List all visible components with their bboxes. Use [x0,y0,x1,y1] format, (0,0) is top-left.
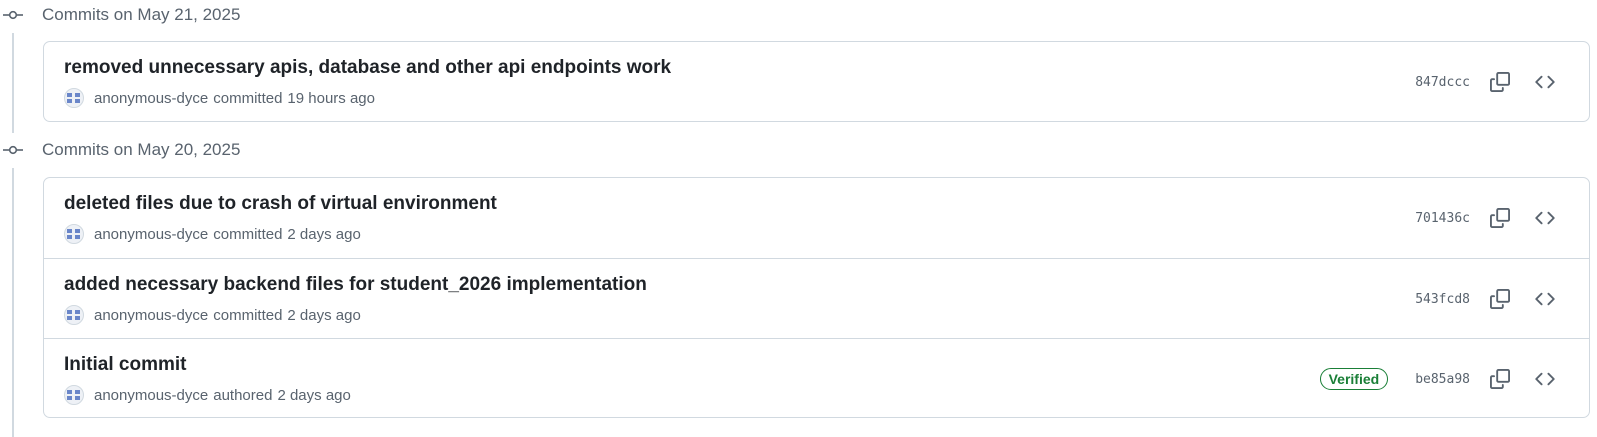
commit-group-title: Commits on May 20, 2025 [42,140,241,159]
code-icon [1535,372,1555,386]
commit-message-link[interactable]: removed unnecessary apis, database and o… [64,57,671,79]
commit-actions: 847dccc [1415,42,1559,122]
copy-icon [1490,369,1510,389]
commit-verb: committed [213,225,283,243]
copy-icon [1490,208,1510,228]
commit-sha-link[interactable]: 847dccc [1415,75,1470,90]
commit-message-link[interactable]: Initial commit [64,354,186,376]
code-icon [1535,75,1555,89]
commit-time: 2 days ago [287,306,361,324]
commit-time: 2 days ago [287,225,361,243]
browse-code-button[interactable] [1531,68,1559,96]
copy-sha-button[interactable] [1486,204,1514,232]
commit-meta: anonymous-dyce committed 19 hours ago [64,88,375,108]
author-link[interactable]: anonymous-dyce [94,226,208,243]
commit-sha-link[interactable]: 543fcd8 [1415,292,1470,307]
commit-list: removed unnecessary apis, database and o… [43,41,1590,122]
author-link[interactable]: anonymous-dyce [94,307,208,324]
author-link[interactable]: anonymous-dyce [94,90,208,107]
avatar[interactable] [64,385,84,405]
commit-time: 2 days ago [277,386,351,404]
browse-code-button[interactable] [1531,204,1559,232]
commit-actions: 701436c [1415,178,1559,258]
copy-icon [1490,72,1510,92]
commit-meta: anonymous-dyce authored 2 days ago [64,385,351,405]
copy-sha-button[interactable] [1486,285,1514,313]
commit-meta: anonymous-dyce committed 2 days ago [64,305,361,325]
commit-row: added necessary backend files for studen… [44,258,1589,338]
commit-verb: committed [213,89,283,107]
commit-verb: authored [213,386,273,404]
commit-group-header: Commits on May 20, 2025 [0,135,240,165]
commit-actions: 543fcd8 [1415,259,1559,339]
commit-meta: anonymous-dyce committed 2 days ago [64,224,361,244]
commit-verb: committed [213,306,283,324]
commit-list: deleted files due to crash of virtual en… [43,177,1590,418]
commit-sha-link[interactable]: 701436c [1415,211,1470,226]
commit-time: 19 hours ago [287,89,375,107]
code-icon [1535,292,1555,306]
commit-row: Initial commit anonymous-dyce authored 2… [44,338,1589,418]
timeline-line [12,33,14,133]
avatar[interactable] [64,305,84,325]
browse-code-button[interactable] [1531,285,1559,313]
commit-group-title: Commits on May 21, 2025 [42,5,241,24]
timeline-line [12,168,14,437]
avatar[interactable] [64,88,84,108]
verified-badge[interactable]: Verified [1319,368,1389,390]
author-link[interactable]: anonymous-dyce [94,387,208,404]
commit-sha-link[interactable]: be85a98 [1415,372,1470,387]
commit-actions: Verified be85a98 [1319,339,1559,419]
commit-row: removed unnecessary apis, database and o… [44,42,1589,122]
copy-sha-button[interactable] [1486,365,1514,393]
browse-code-button[interactable] [1531,365,1559,393]
git-commit-icon [3,135,29,165]
commit-message-link[interactable]: added necessary backend files for studen… [64,274,647,296]
code-icon [1535,211,1555,225]
copy-sha-button[interactable] [1486,68,1514,96]
commit-message-link[interactable]: deleted files due to crash of virtual en… [64,193,497,215]
commit-row: deleted files due to crash of virtual en… [44,178,1589,258]
git-commit-icon [3,0,29,30]
commit-group-header: Commits on May 21, 2025 [0,0,240,30]
avatar[interactable] [64,224,84,244]
copy-icon [1490,289,1510,309]
